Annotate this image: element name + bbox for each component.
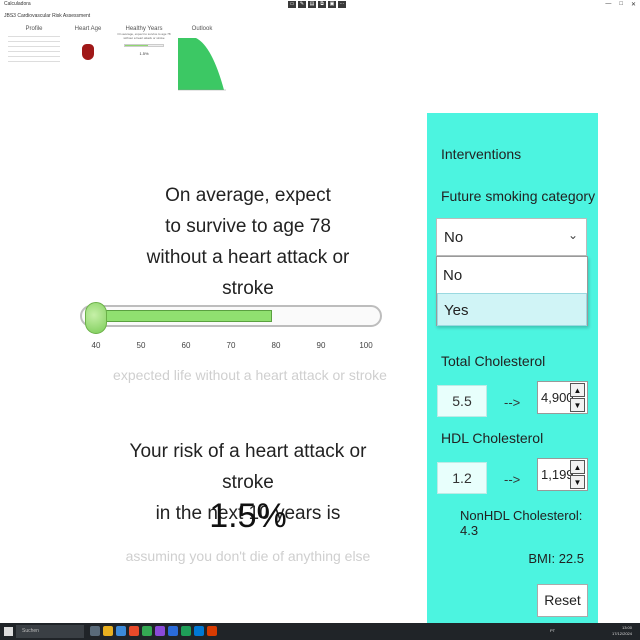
windows-start-icon[interactable] bbox=[4, 627, 13, 636]
save-icon[interactable]: ▣ bbox=[328, 1, 336, 8]
copy-icon[interactable]: ⧉ bbox=[318, 1, 326, 8]
stepper-down-icon[interactable]: ▼ bbox=[570, 398, 585, 412]
excel-icon[interactable] bbox=[181, 626, 191, 636]
risk-line: Your risk of a heart attack or stroke bbox=[129, 441, 367, 493]
interventions-panel: Interventions Future smoking category No… bbox=[427, 113, 598, 623]
slider-knob[interactable] bbox=[85, 302, 107, 334]
powerpoint-icon[interactable] bbox=[207, 626, 217, 636]
thumbnail-label: Profile bbox=[25, 26, 43, 32]
heart-icon bbox=[82, 44, 94, 60]
thumbnail-text: On average, expect to survive to age 78 … bbox=[117, 32, 171, 40]
file-explorer-icon[interactable] bbox=[103, 626, 113, 636]
slider-ticks: 40 50 60 70 80 90 100 bbox=[80, 341, 390, 353]
smoking-selected-value: No bbox=[444, 229, 464, 246]
risk-value: 1.5% bbox=[209, 497, 287, 535]
minimize-button[interactable]: — bbox=[605, 1, 611, 8]
hdl-cholesterol-current[interactable]: 1.2 bbox=[437, 462, 487, 494]
edge-icon[interactable] bbox=[194, 626, 204, 636]
survival-statement: On average, expect to survive to age 78 … bbox=[130, 180, 366, 304]
stepper-value: 4,900 bbox=[541, 390, 574, 405]
task-view-icon[interactable] bbox=[90, 626, 100, 636]
ruler-icon[interactable]: ▤ bbox=[308, 1, 316, 8]
arrow-label: --> bbox=[504, 395, 521, 410]
life-expectancy-slider[interactable] bbox=[80, 302, 382, 334]
thumbnail-outlook[interactable]: Outlook bbox=[176, 26, 228, 99]
survival-line: without a heart attack or stroke bbox=[146, 247, 350, 299]
crop-icon[interactable]: ▭ bbox=[288, 1, 296, 8]
document-title: JBS3 Cardiovascular Risk Assessment bbox=[4, 13, 91, 19]
stepper-up-icon[interactable]: ▲ bbox=[570, 460, 585, 474]
slider-tick-label: 70 bbox=[226, 341, 236, 350]
stepper-down-icon[interactable]: ▼ bbox=[570, 475, 585, 489]
thumbnail-label: Heart Age bbox=[74, 26, 102, 32]
smoking-label: Future smoking category bbox=[441, 188, 596, 204]
thumbnail-heart-age[interactable]: Heart Age bbox=[66, 26, 110, 60]
total-cholesterol-label: Total Cholesterol bbox=[441, 353, 546, 369]
smoking-dropdown-list: No Yes bbox=[436, 256, 588, 326]
slider-tick-label: 80 bbox=[271, 341, 281, 350]
thumbnail-healthy-years[interactable]: Healthy Years On average, expect to surv… bbox=[116, 26, 172, 56]
thumbnail-pct: 1.5% bbox=[139, 51, 149, 56]
word-icon[interactable] bbox=[168, 626, 178, 636]
interventions-title: Interventions bbox=[441, 146, 522, 162]
smoking-select[interactable]: No ⌄ bbox=[436, 218, 587, 256]
teams-icon[interactable] bbox=[155, 626, 165, 636]
more-icon[interactable]: ⋯ bbox=[338, 1, 346, 8]
window-controls: — □ ✕ bbox=[605, 1, 636, 8]
hdl-cholesterol-stepper[interactable]: 1,199 ▲ ▼ bbox=[537, 458, 588, 491]
slider-tick-label: 40 bbox=[91, 341, 101, 350]
system-clock[interactable]: 13:00 17/12/2024 bbox=[612, 625, 632, 637]
chevron-down-icon: ⌄ bbox=[567, 228, 578, 242]
clock-date: 17/12/2024 bbox=[611, 631, 632, 636]
stepper-up-icon[interactable]: ▲ bbox=[570, 383, 585, 397]
title-bar: Calculadora ▭ ✎ ▤ ⧉ ▣ ⋯ — □ ✕ bbox=[0, 0, 640, 10]
thumbnail-profile[interactable]: Profile bbox=[6, 26, 62, 66]
slider-tick-label: 50 bbox=[136, 341, 146, 350]
reset-button[interactable]: Reset bbox=[537, 584, 588, 617]
slider-fill bbox=[88, 310, 272, 322]
mail-icon[interactable] bbox=[116, 626, 126, 636]
capture-toolbar: ▭ ✎ ▤ ⧉ ▣ ⋯ bbox=[288, 1, 346, 8]
taskbar: Suchen PT 13:00 17/12/2024 bbox=[0, 623, 640, 640]
taskbar-search[interactable]: Suchen bbox=[16, 625, 84, 638]
taskbar-apps bbox=[90, 626, 217, 636]
office-icon[interactable] bbox=[129, 626, 139, 636]
app-title: Calculadora bbox=[4, 1, 31, 7]
slider-tick-label: 60 bbox=[181, 341, 191, 350]
risk-caption: assuming you don't die of anything else bbox=[125, 548, 371, 564]
smoking-option-yes[interactable]: Yes bbox=[437, 293, 587, 326]
stepper-value: 1,199 bbox=[541, 467, 574, 482]
total-cholesterol-stepper[interactable]: 4,900 ▲ ▼ bbox=[537, 381, 588, 414]
survival-line: to survive to age 78 bbox=[165, 216, 331, 237]
slider-tick-label: 90 bbox=[316, 341, 326, 350]
slider-caption: expected life without a heart attack or … bbox=[113, 367, 387, 383]
outlook-curve-icon bbox=[178, 38, 226, 91]
hdl-cholesterol-label: HDL Cholesterol bbox=[441, 430, 544, 446]
close-button[interactable]: ✕ bbox=[631, 1, 636, 8]
survival-line: On average, expect bbox=[165, 185, 331, 206]
app-window: Calculadora ▭ ✎ ▤ ⧉ ▣ ⋯ — □ ✕ JBS3 Cardi… bbox=[0, 0, 640, 640]
slider-tick-label: 100 bbox=[359, 341, 373, 350]
maximize-button[interactable]: □ bbox=[619, 1, 623, 8]
chrome-icon[interactable] bbox=[142, 626, 152, 636]
language-indicator[interactable]: PT bbox=[550, 628, 555, 633]
arrow-label: --> bbox=[504, 472, 521, 487]
bmi-readout: BMI: 22.5 bbox=[528, 551, 584, 566]
smoking-option-no[interactable]: No bbox=[437, 259, 587, 292]
nonhdl-readout: NonHDL Cholesterol: 4.3 bbox=[460, 508, 583, 538]
total-cholesterol-current[interactable]: 5.5 bbox=[437, 385, 487, 417]
pen-icon[interactable]: ✎ bbox=[298, 1, 306, 8]
page-thumbnails: Profile Heart Age Healthy Years On avera… bbox=[0, 26, 260, 110]
thumbnail-bar bbox=[124, 44, 164, 47]
